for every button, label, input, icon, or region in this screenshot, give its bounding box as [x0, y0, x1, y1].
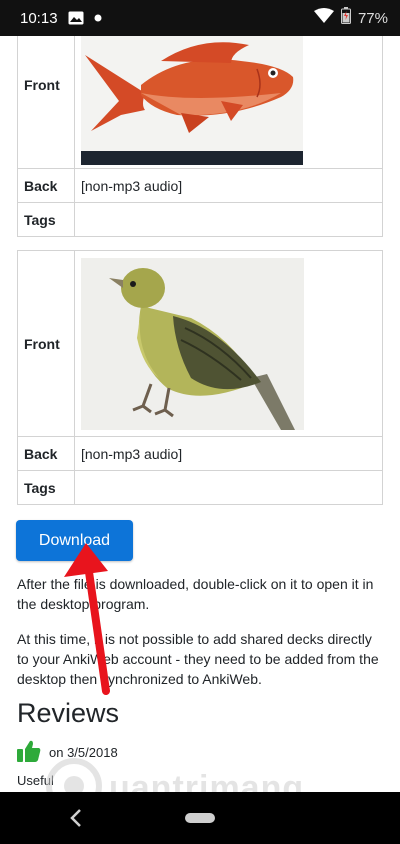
status-bar: 10:13 77% — [0, 0, 400, 36]
page-content: Front Back [non-mp3 audio] Tags Front Ba… — [0, 36, 400, 792]
card-1-table: Front Back [non-mp3 audio] Tags — [17, 36, 383, 237]
card-tags-value — [74, 202, 383, 237]
reviews-heading: Reviews — [17, 698, 120, 728]
card-tags-value — [74, 470, 383, 505]
card-back-label: Back — [17, 436, 75, 471]
thumbs-up-icon — [17, 740, 41, 765]
card-back-value: [non-mp3 audio] — [74, 168, 383, 203]
card-tags-label: Tags — [17, 202, 75, 237]
battery-icon — [340, 7, 351, 29]
card-back-label: Back — [17, 168, 75, 203]
wifi-icon — [313, 7, 334, 29]
card-tags-label: Tags — [17, 470, 75, 505]
bird-image — [81, 257, 304, 430]
card-back-value: [non-mp3 audio] — [74, 436, 383, 471]
watermark-text: uantrimang — [109, 768, 305, 793]
card-front-label: Front — [17, 250, 75, 437]
red-arrow-annotation — [64, 543, 110, 695]
home-pill-button[interactable] — [185, 813, 215, 823]
card-2-table: Front Back [non-mp3 audio] Tags — [17, 250, 383, 505]
notification-dot-icon — [94, 14, 102, 22]
battery-percent: 77% — [357, 9, 388, 27]
card-front-image-cell — [74, 36, 383, 169]
image-notification-icon — [68, 11, 84, 25]
status-time: 10:13 — [20, 9, 58, 27]
card-front-image-cell — [74, 250, 383, 437]
back-nav-icon[interactable] — [68, 808, 84, 828]
review-text: Useful — [17, 773, 54, 788]
review-entry: on 3/5/2018 — [17, 740, 118, 765]
review-date: on 3/5/2018 — [49, 745, 118, 760]
fish-image — [81, 36, 303, 165]
card-front-label: Front — [17, 36, 75, 169]
navigation-bar — [0, 792, 400, 844]
